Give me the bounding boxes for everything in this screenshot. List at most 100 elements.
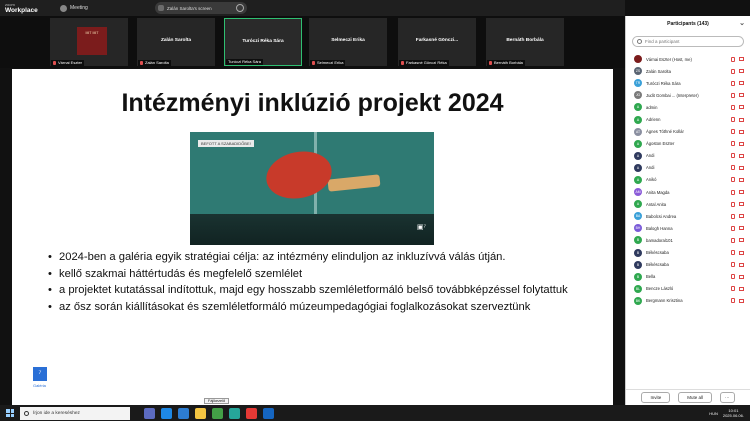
gallery-logo: ⁷ Galéria	[33, 367, 57, 393]
participant-row[interactable]: Aadmin	[626, 101, 750, 113]
video-off-icon[interactable]	[739, 286, 744, 291]
taskbar-search-input[interactable]: Írjon ide a kereséshez	[20, 406, 130, 420]
video-off-icon[interactable]	[739, 298, 744, 303]
screen-share-text: Zalán Sarolta's screen	[167, 5, 212, 11]
zoom-window: zoom Workplace Meeting Zalán Sarolta's s…	[0, 0, 750, 421]
participant-row[interactable]: A Antal Anita	[626, 198, 750, 210]
video-off-icon[interactable]	[739, 274, 744, 279]
mic-muted-icon[interactable]	[731, 104, 735, 110]
participant-row[interactable]: A Anikó	[626, 174, 750, 186]
participant-row[interactable]: BL Bencze László	[626, 283, 750, 295]
video-off-icon[interactable]	[739, 57, 744, 62]
mic-muted-icon[interactable]	[731, 298, 735, 304]
participant-row[interactable]: TR Turóczi Réka Sára	[626, 77, 750, 89]
file-explorer-icon[interactable]	[195, 407, 206, 419]
video-off-icon[interactable]	[739, 190, 744, 195]
video-tile-active-speaker[interactable]: Turóczi Réka Sára Turóczi Réka Sára	[224, 18, 302, 66]
video-off-icon[interactable]	[739, 202, 744, 207]
mic-muted-icon[interactable]	[731, 68, 735, 74]
participant-row[interactable]: A Andi	[626, 162, 750, 174]
video-off-icon[interactable]	[739, 238, 744, 243]
tile-label: Zalán Sarolta	[138, 60, 171, 66]
mic-muted-icon[interactable]	[731, 129, 735, 135]
top-bar: zoom Workplace Meeting Zalán Sarolta's s…	[0, 0, 625, 16]
video-off-icon[interactable]	[739, 117, 744, 122]
mic-muted-icon[interactable]	[731, 189, 735, 195]
mic-muted-icon[interactable]	[731, 117, 735, 123]
participant-row[interactable]: BK Bergmann Krisztina	[626, 295, 750, 307]
video-off-icon[interactable]	[739, 93, 744, 98]
store-icon[interactable]	[229, 407, 240, 419]
mic-muted-icon[interactable]	[731, 56, 735, 62]
participant-row[interactable]: ZS Zalán Sarolta	[626, 65, 750, 77]
video-off-icon[interactable]	[739, 141, 744, 146]
view-options-icon[interactable]	[236, 4, 244, 12]
word-icon[interactable]	[263, 407, 274, 419]
mic-muted-icon[interactable]	[731, 80, 735, 86]
language-indicator[interactable]: HUN	[709, 411, 718, 416]
participant-avatar: A	[634, 103, 642, 112]
mic-muted-icon[interactable]	[731, 237, 735, 243]
participant-row[interactable]: B Békéscsaba	[626, 259, 750, 271]
mic-muted-icon[interactable]	[731, 213, 735, 219]
video-off-icon[interactable]	[739, 153, 744, 158]
participant-row[interactable]: AT Ágnes Tóthné Kollár	[626, 126, 750, 138]
mic-muted-icon[interactable]	[731, 165, 735, 171]
more-options-button[interactable]: ···	[720, 392, 735, 403]
video-off-icon[interactable]	[739, 214, 744, 219]
mic-muted-icon[interactable]	[731, 141, 735, 147]
windows-start-icon[interactable]	[6, 409, 14, 417]
participant-row[interactable]: B Békéscsaba	[626, 247, 750, 259]
mic-muted-icon[interactable]	[731, 286, 735, 292]
screen-share-indicator[interactable]: Zalán Sarolta's screen	[155, 2, 247, 14]
video-off-icon[interactable]	[739, 129, 744, 134]
video-tile[interactable]: MIT MIT Várnai Eszter	[50, 18, 128, 66]
mic-muted-icon[interactable]	[731, 153, 735, 159]
chrome-icon[interactable]	[212, 407, 223, 419]
participant-row[interactable]: A Adrienn	[626, 113, 750, 125]
close-icon[interactable]: ⌄	[739, 19, 745, 27]
gallery-logo-text: Galéria	[33, 383, 46, 388]
video-off-icon[interactable]	[739, 105, 744, 110]
tile-label-text: Farkasné Gönczi Réka	[406, 60, 447, 65]
meeting-menu[interactable]: Meeting	[60, 4, 88, 12]
participant-row[interactable]: Várnai Eszter (Host, me)	[626, 53, 750, 65]
video-off-icon[interactable]	[739, 262, 744, 267]
participant-row[interactable]: BH Balogh Hanna	[626, 222, 750, 234]
video-off-icon[interactable]	[739, 226, 744, 231]
participant-row[interactable]: AM Anita Magda	[626, 186, 750, 198]
video-off-icon[interactable]	[739, 250, 744, 255]
video-off-icon[interactable]	[739, 165, 744, 170]
task-view-icon[interactable]	[144, 407, 155, 419]
video-tile[interactable]: Farkasné Gönczi... Farkasné Gönczi Réka	[398, 18, 476, 66]
mute-all-button[interactable]: Mute all	[678, 392, 713, 403]
zoom-app-icon[interactable]	[178, 407, 189, 419]
mic-muted-icon[interactable]	[731, 201, 735, 207]
video-off-icon[interactable]	[739, 81, 744, 86]
video-tile[interactable]: Selmeczi Erika Selmeczi Erika	[309, 18, 387, 66]
participant-row[interactable]: BA Babolcsi Andrea	[626, 210, 750, 222]
video-off-icon[interactable]	[739, 69, 744, 74]
video-tile[interactable]: Bernáth Borbála Bernáth Borbála	[486, 18, 564, 66]
participant-row[interactable]: JG Judit Gombai ... (Interpreter)	[626, 89, 750, 101]
participant-row[interactable]: Bbamadoral101	[626, 234, 750, 246]
mic-muted-icon[interactable]	[731, 262, 735, 268]
participant-list: Várnai Eszter (Host, me) ZS Zalán Sarolta T…	[626, 53, 750, 307]
mic-muted-icon[interactable]	[731, 177, 735, 183]
photo-logo-mark: ▣⁷	[416, 224, 426, 231]
mic-muted-icon[interactable]	[731, 250, 735, 256]
app-icon[interactable]	[246, 407, 257, 419]
mic-muted-icon[interactable]	[731, 225, 735, 231]
participant-row[interactable]: A Andi	[626, 150, 750, 162]
mic-muted-icon[interactable]	[731, 274, 735, 280]
participant-row[interactable]: A Ágoston Eszter	[626, 138, 750, 150]
mic-muted-icon[interactable]	[731, 92, 735, 98]
clock[interactable]: 10:01 2025.06.06.	[723, 408, 744, 418]
participant-row[interactable]: B Bella	[626, 271, 750, 283]
participant-search-input[interactable]: Find a participant	[632, 36, 744, 47]
edge-icon[interactable]	[161, 407, 172, 419]
invite-button[interactable]: Invite	[641, 392, 671, 403]
video-off-icon[interactable]	[739, 177, 744, 182]
tile-label-text: Várnai Eszter	[58, 60, 83, 65]
video-tile[interactable]: Zalán Sarolta Zalán Sarolta	[137, 18, 215, 66]
